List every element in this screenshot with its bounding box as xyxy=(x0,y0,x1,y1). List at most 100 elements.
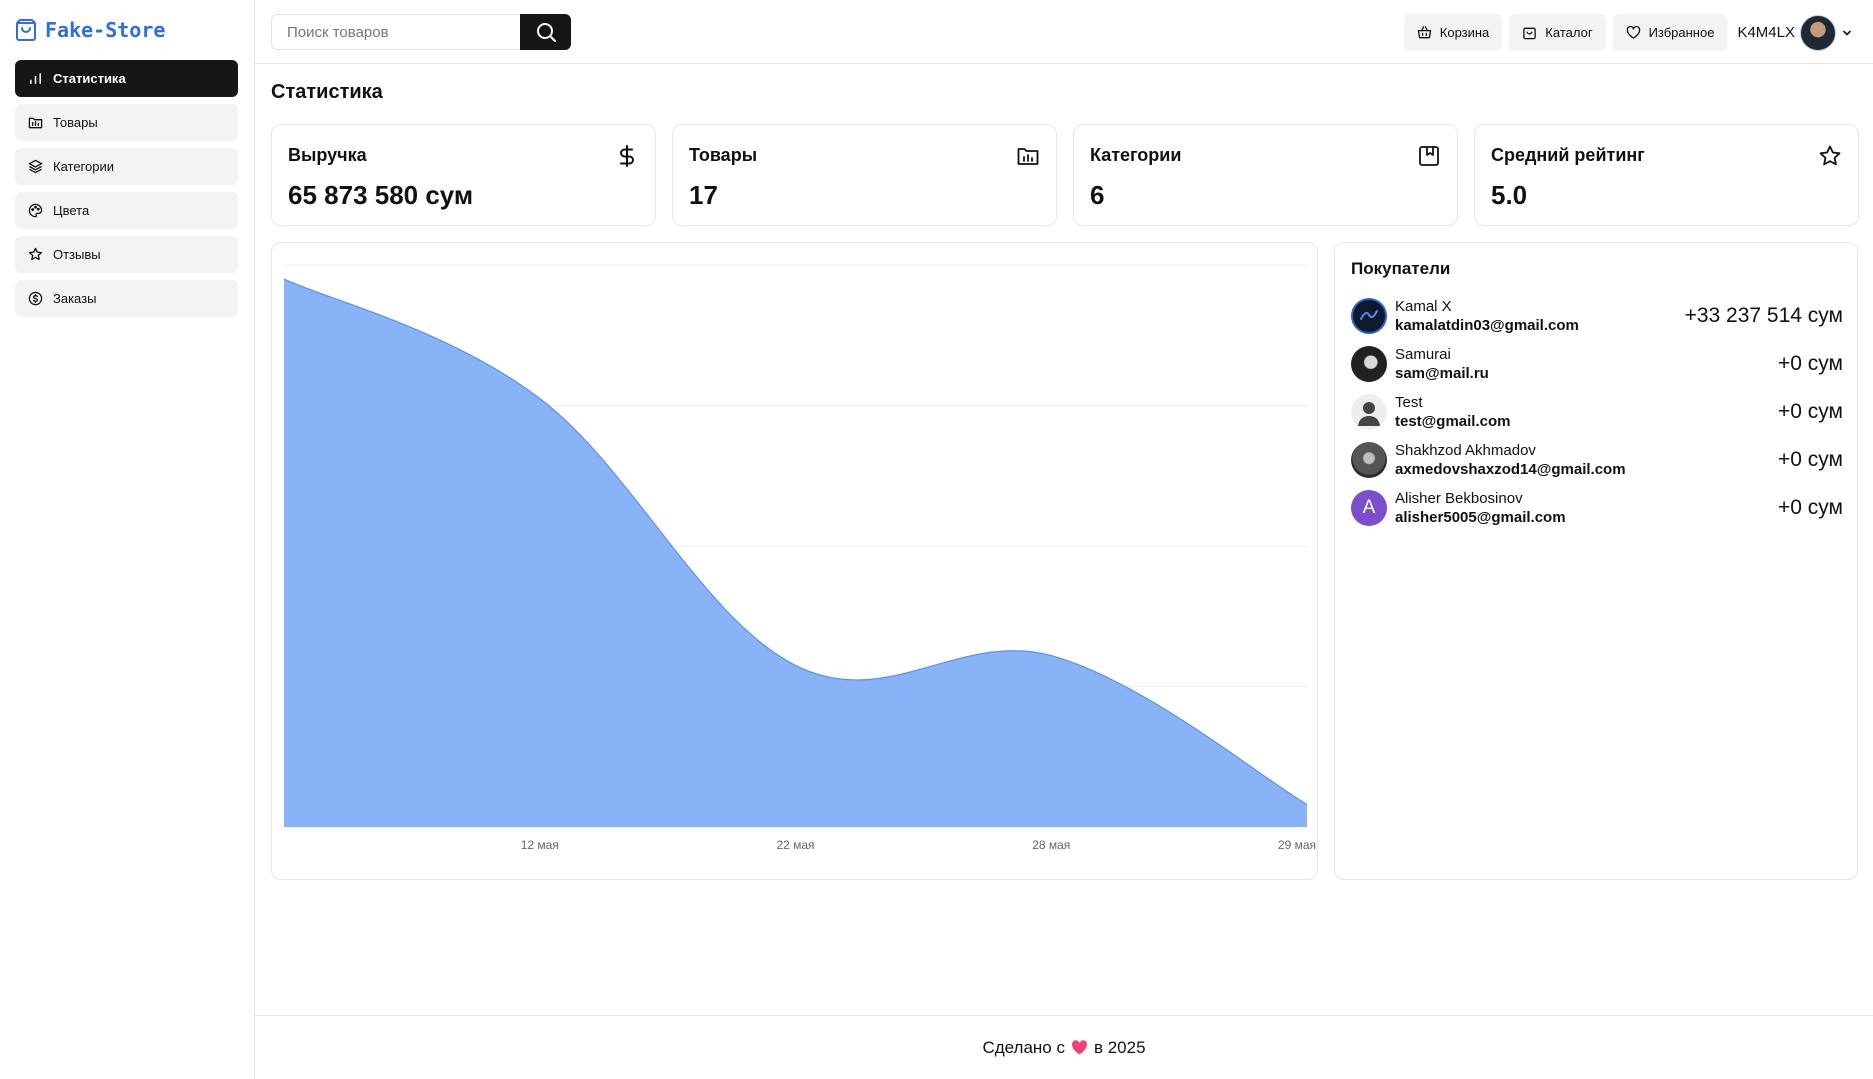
buyer-amount: +0 сум xyxy=(1778,400,1843,423)
stat-card-rating: Средний рейтинг 5.0 xyxy=(1474,124,1859,226)
shopping-bag-icon xyxy=(1523,27,1537,40)
buyer-info: Kamal X kamalatdin03@gmail.com xyxy=(1395,297,1685,335)
buyer-name: Samurai xyxy=(1395,346,1451,363)
shopping-bag-icon xyxy=(16,19,36,41)
x-tick-label: 22 мая xyxy=(776,838,814,852)
sidebar-item-label: Категории xyxy=(53,159,114,174)
folder-chart-icon xyxy=(1017,148,1039,165)
cart-button[interactable]: Корзина xyxy=(1403,14,1503,51)
user-icon xyxy=(1358,402,1380,426)
page-title: Статистика xyxy=(271,81,383,103)
favorites-label: Избранное xyxy=(1648,25,1715,40)
stat-card-title: Выручка xyxy=(288,145,367,165)
buyer-name: Kamal X xyxy=(1395,298,1452,315)
folder-icon xyxy=(28,117,43,129)
sidebar-item-label: Товары xyxy=(53,115,98,130)
footer-text-before: Сделано с xyxy=(982,1037,1065,1057)
palette-icon xyxy=(28,203,43,218)
stat-card-title: Категории xyxy=(1090,145,1182,165)
favorites-button[interactable]: Избранное xyxy=(1612,14,1728,51)
stat-card-revenue: Выручка 65 873 580 сум xyxy=(271,124,656,226)
sidebar-item-label: Отзывы xyxy=(53,247,101,262)
sidebar-item-products[interactable]: Товары xyxy=(15,104,238,141)
chevron-down-icon xyxy=(1843,30,1851,36)
avatar xyxy=(1351,442,1387,478)
buyer-amount: +0 сум xyxy=(1778,352,1843,375)
buyers-title: Покупатели xyxy=(1351,259,1451,278)
buyer-name: Alisher Bekbosinov xyxy=(1395,490,1523,507)
stat-card-value: 5.0 xyxy=(1491,180,1528,210)
buyer-amount: +0 сум xyxy=(1778,496,1843,519)
search-icon xyxy=(536,23,556,42)
buyer-list: Kamal X kamalatdin03@gmail.com +33 237 5… xyxy=(1351,292,1843,532)
sidebar-nav: Статистика Товары Категории Цвета Отзывы… xyxy=(15,60,238,324)
basket-icon xyxy=(1417,26,1432,39)
list-item[interactable]: A Alisher Bekbosinov alisher5005@gmail.c… xyxy=(1351,484,1843,532)
buyer-info: Alisher Bekbosinov alisher5005@gmail.com xyxy=(1395,489,1778,527)
star-icon xyxy=(1819,145,1841,166)
buyer-email: alisher5005@gmail.com xyxy=(1395,509,1566,526)
sidebar-item-colors[interactable]: Цвета xyxy=(15,192,238,229)
list-item[interactable]: Shakhzod Akhmadov axmedovshaxzod14@gmail… xyxy=(1351,436,1843,484)
revenue-chart-panel: 12 мая 22 мая 28 мая 29 мая xyxy=(271,242,1318,880)
buyer-info: Samurai sam@mail.ru xyxy=(1395,345,1778,383)
sidebar-item-label: Заказы xyxy=(53,291,97,306)
stat-card-value: 65 873 580 сум xyxy=(288,180,474,210)
buyer-name: Shakhzod Akhmadov xyxy=(1395,442,1536,459)
bar-chart-icon xyxy=(30,73,41,84)
buyer-email: axmedovshaxzod14@gmail.com xyxy=(1395,461,1626,478)
username: K4M4LX xyxy=(1737,24,1795,41)
sidebar-item-label: Цвета xyxy=(53,203,90,218)
top-header: Корзина Каталог Избранное K4M4LX xyxy=(255,0,1873,64)
avatar: A xyxy=(1351,490,1387,526)
footer-text-after: в 2025 xyxy=(1093,1037,1146,1057)
buyer-info: Test test@gmail.com xyxy=(1395,393,1778,431)
buyer-email: test@gmail.com xyxy=(1395,413,1511,430)
heart-icon xyxy=(1626,25,1640,39)
avatar xyxy=(1800,14,1836,51)
sidebar-item-categories[interactable]: Категории xyxy=(15,148,238,185)
buyer-email: sam@mail.ru xyxy=(1395,365,1489,382)
logo-text: Fake-Store xyxy=(45,18,166,42)
chart-area xyxy=(284,279,1307,827)
stat-card-title: Средний рейтинг xyxy=(1491,145,1645,165)
cart-label: Корзина xyxy=(1439,25,1490,40)
catalog-button[interactable]: Каталог xyxy=(1509,14,1606,51)
footer: Сделано с в 2025 xyxy=(255,1015,1873,1079)
search-button[interactable] xyxy=(520,14,571,50)
buyer-email: kamalatdin03@gmail.com xyxy=(1395,317,1579,334)
x-tick-label: 12 мая xyxy=(521,838,559,852)
logo[interactable]: Fake-Store xyxy=(15,17,165,43)
list-item[interactable]: Kamal X kamalatdin03@gmail.com +33 237 5… xyxy=(1351,292,1843,340)
header-actions: Корзина Каталог Избранное K4M4LX xyxy=(1403,14,1853,51)
revenue-area-chart: 12 мая 22 мая 28 мая 29 мая xyxy=(283,264,1316,852)
avatar xyxy=(1351,346,1387,382)
stat-card-value: 6 xyxy=(1090,180,1105,210)
buyer-amount: +0 сум xyxy=(1778,448,1843,471)
catalog-label: Каталог xyxy=(1545,25,1593,40)
user-menu[interactable]: K4M4LX xyxy=(1737,14,1853,51)
star-icon xyxy=(28,247,43,261)
buyers-panel: Покупатели Kamal X kamalatdin03@gmail.co… xyxy=(1334,242,1858,880)
search-input[interactable] xyxy=(271,14,521,50)
sidebar-item-statistics[interactable]: Статистика xyxy=(15,60,238,97)
list-item[interactable]: Test test@gmail.com +0 сум xyxy=(1351,388,1843,436)
avatar xyxy=(1351,394,1387,430)
heart-icon xyxy=(1071,1040,1088,1055)
sidebar-item-label: Статистика xyxy=(53,71,126,86)
sidebar-item-orders[interactable]: Заказы xyxy=(15,280,238,317)
avatar xyxy=(1351,298,1387,334)
sidebar: Fake-Store Статистика Товары Категории Ц… xyxy=(0,0,255,1079)
stat-card-title: Товары xyxy=(689,145,758,165)
sidebar-item-reviews[interactable]: Отзывы xyxy=(15,236,238,273)
x-tick-label: 29 мая xyxy=(1278,838,1316,852)
bookmark-square-icon xyxy=(1419,146,1439,166)
buyer-info: Shakhzod Akhmadov axmedovshaxzod14@gmail… xyxy=(1395,441,1778,479)
x-tick-label: 28 мая xyxy=(1032,838,1070,852)
stat-card-value: 17 xyxy=(689,180,718,210)
layers-icon xyxy=(28,159,43,174)
dollar-icon xyxy=(620,145,634,167)
stat-card-categories: Категории 6 xyxy=(1073,124,1458,226)
dollar-circle-icon xyxy=(28,291,43,306)
list-item[interactable]: Samurai sam@mail.ru +0 сум xyxy=(1351,340,1843,388)
